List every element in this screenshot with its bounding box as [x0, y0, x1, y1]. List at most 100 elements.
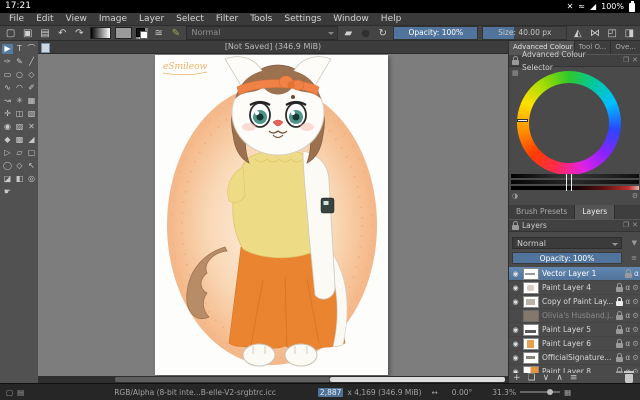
layer-list-icon[interactable]: ≡ [631, 254, 637, 262]
new-document-icon[interactable]: ▢ [4, 27, 17, 40]
layer-props-icon[interactable]: ⚙ [632, 325, 639, 334]
tool-bezier-curve[interactable]: ◠ [14, 83, 25, 93]
layer-row-paint-layer-5[interactable]: ◉ Paint Layer 5 α ⚙ [509, 323, 640, 337]
tool-freehand-select[interactable]: ↖ [26, 161, 37, 171]
image-width-link[interactable]: 2,887 [318, 388, 343, 397]
crop-view-icon[interactable]: ◰ [606, 27, 619, 40]
tool-multibrush[interactable]: ✳ [14, 96, 25, 106]
tool-smart-patch[interactable]: ✕ [26, 122, 37, 132]
menu-image[interactable]: Image [93, 13, 133, 25]
minimal-shade-icon[interactable]: ◑ [512, 192, 518, 200]
tool-similar-select[interactable]: ◪ [2, 174, 13, 184]
document-titlebar[interactable]: [Not Saved] (346.9 MiB) [38, 41, 508, 54]
canvas-artwork[interactable]: eSmileow [155, 55, 388, 375]
float-panel-icon[interactable]: ❐ [623, 54, 629, 67]
close-panel-icon[interactable]: ✕ [632, 54, 638, 67]
mode-icon[interactable]: ▤ [17, 388, 24, 397]
delete-layer-button[interactable] [625, 374, 633, 383]
layer-properties-button[interactable]: ≡ [570, 373, 578, 383]
tool-color-sampler[interactable]: ◉ [2, 122, 13, 132]
menu-view[interactable]: View [60, 13, 93, 25]
redo-icon[interactable]: ↷ [73, 27, 86, 40]
alpha-lock-icon[interactable]: α [634, 269, 639, 278]
fg-bg-color-swatches[interactable] [136, 28, 148, 39]
tool-text[interactable]: T [14, 44, 25, 54]
move-layer-down-button[interactable]: ∨ [543, 373, 550, 383]
layers-panel-header[interactable]: Layers ❐ ✕ [509, 219, 640, 232]
tool-zoom[interactable]: ◎ [26, 174, 37, 184]
lock-icon[interactable] [616, 301, 623, 306]
tool-move[interactable]: ✛ [2, 109, 13, 119]
menu-edit[interactable]: Edit [30, 13, 59, 25]
tab-brush-presets[interactable]: Brush Presets [509, 205, 575, 219]
alpha-lock-icon[interactable]: α [625, 339, 630, 348]
visibility-eye-icon[interactable]: ◉ [511, 270, 520, 278]
menu-select[interactable]: Select [170, 13, 210, 25]
menu-tools[interactable]: Tools [244, 13, 278, 25]
tool-enclose-fill[interactable]: ▩ [14, 135, 25, 145]
layer-row-vector-layer-1[interactable]: ◉ Vector Layer 1 α [509, 267, 640, 281]
layer-row-olivias-husband[interactable]: Olivia's Husband.j... α ⚙ [509, 309, 640, 323]
tool-rectangle[interactable]: ▭ [2, 70, 13, 80]
alpha-lock-icon[interactable]: α [625, 311, 630, 320]
mirror-vertical-icon[interactable]: ⋈ [588, 27, 601, 40]
visibility-eye-icon[interactable]: ◉ [511, 354, 520, 362]
duplicate-layer-button[interactable]: ❏ [528, 373, 536, 383]
tool-gradient[interactable]: ▧ [26, 109, 37, 119]
blend-mode-dropdown[interactable]: Normal [186, 26, 337, 40]
tool-rect-select[interactable]: ▢ [26, 148, 37, 158]
layer-props-icon[interactable]: ⚙ [632, 353, 639, 362]
lock-icon[interactable] [625, 273, 632, 278]
visibility-eye-icon[interactable]: ◉ [511, 340, 520, 348]
tool-polyline[interactable]: ∿ [2, 83, 13, 93]
menu-settings[interactable]: Settings [278, 13, 327, 25]
selection-mode-icon[interactable]: ▢ [6, 388, 13, 397]
layer-props-icon[interactable]: ⚙ [632, 311, 639, 320]
zoom-slider[interactable] [520, 391, 560, 393]
layer-props-icon[interactable]: ⚙ [632, 297, 639, 306]
selector-gear-icon[interactable]: ⚙ [632, 192, 638, 200]
tool-edit-shapes[interactable]: ⌒ [26, 44, 37, 54]
tool-calligraphy[interactable]: ✑ [2, 57, 13, 67]
open-document-icon[interactable]: ▣ [21, 27, 34, 40]
tool-pattern-edit[interactable]: ▨ [14, 122, 25, 132]
tool-freehand-path[interactable]: ✐ [26, 83, 37, 93]
tool-pan[interactable]: ☛ [2, 187, 13, 197]
layer-row-copy-of-paint-layer[interactable]: ◉ Copy of Paint Lay... α ⚙ [509, 295, 640, 309]
layer-props-icon[interactable]: ⚙ [632, 339, 639, 348]
lock-icon[interactable] [616, 343, 623, 348]
colour-panel-header[interactable]: Advanced Colour Selector ❐ ✕ [509, 54, 640, 67]
shade-strip-1[interactable] [511, 174, 639, 178]
pixel-grid-icon[interactable]: ▦ [564, 388, 571, 397]
tab-layers[interactable]: Layers [575, 205, 615, 219]
add-layer-button[interactable]: + [513, 373, 521, 383]
shade-strip-3[interactable] [511, 186, 639, 190]
tool-freehand-brush[interactable]: ✎ [14, 57, 25, 67]
layer-opacity-slider[interactable]: Opacity: 100% [512, 252, 622, 264]
hue-marker[interactable] [517, 119, 528, 122]
layer-row-paint-layer-4[interactable]: ◉ Paint Layer 4 α ⚙ [509, 281, 640, 295]
tool-ellipse-select[interactable]: ◯ [2, 161, 13, 171]
brush-size-slider[interactable]: Size: 40.00 px [482, 26, 567, 40]
layer-blend-mode-dropdown[interactable]: Normal [512, 237, 622, 249]
layer-row-paint-layer-8[interactable]: ◉ Paint Layer 8 α ⚙ [509, 365, 640, 373]
tool-fill[interactable]: ◆ [2, 135, 13, 145]
scrollbar-handle[interactable] [330, 377, 505, 382]
menu-help[interactable]: Help [375, 13, 408, 25]
layer-props-icon[interactable]: ⚙ [632, 283, 639, 292]
visibility-eye-icon[interactable]: ◉ [511, 326, 520, 334]
tool-transform[interactable]: ▦ [26, 96, 37, 106]
preset-icon[interactable]: ● [359, 27, 372, 40]
pattern-chooser[interactable] [115, 27, 132, 39]
tool-magnetic-select[interactable]: ◧ [14, 174, 25, 184]
close-panel-icon[interactable]: ✕ [632, 219, 638, 232]
smoothing-icon[interactable]: ≅ [152, 27, 165, 40]
layer-row-paint-layer-6[interactable]: ◉ Paint Layer 6 α ⚙ [509, 337, 640, 351]
gradient-chooser[interactable] [90, 27, 111, 39]
layer-row-official-signature[interactable]: ◉ OfficialSignature... α ⚙ [509, 351, 640, 365]
menu-layer[interactable]: Layer [133, 13, 170, 25]
lock-icon[interactable] [616, 357, 623, 362]
lock-icon[interactable] [616, 315, 623, 320]
panel-toggle-icon[interactable]: ◨ [623, 27, 636, 40]
tool-line[interactable]: ╱ [26, 57, 37, 67]
